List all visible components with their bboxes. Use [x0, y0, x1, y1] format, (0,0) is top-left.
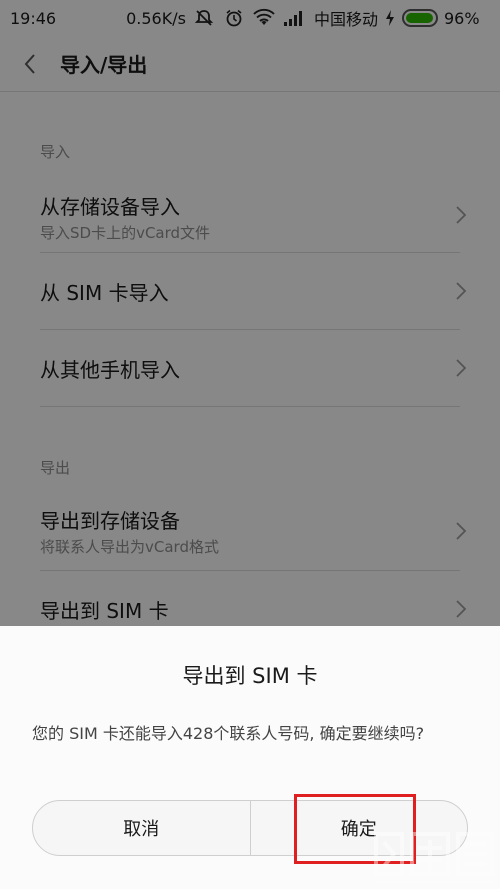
- dialog-title: 导出到 SIM 卡: [182, 664, 318, 688]
- cancel-button[interactable]: 取消: [33, 801, 250, 855]
- watermark-logo: [374, 832, 494, 883]
- dialog-message: 您的 SIM 卡还能导入428个联系人号码, 确定要继续吗?: [32, 724, 425, 743]
